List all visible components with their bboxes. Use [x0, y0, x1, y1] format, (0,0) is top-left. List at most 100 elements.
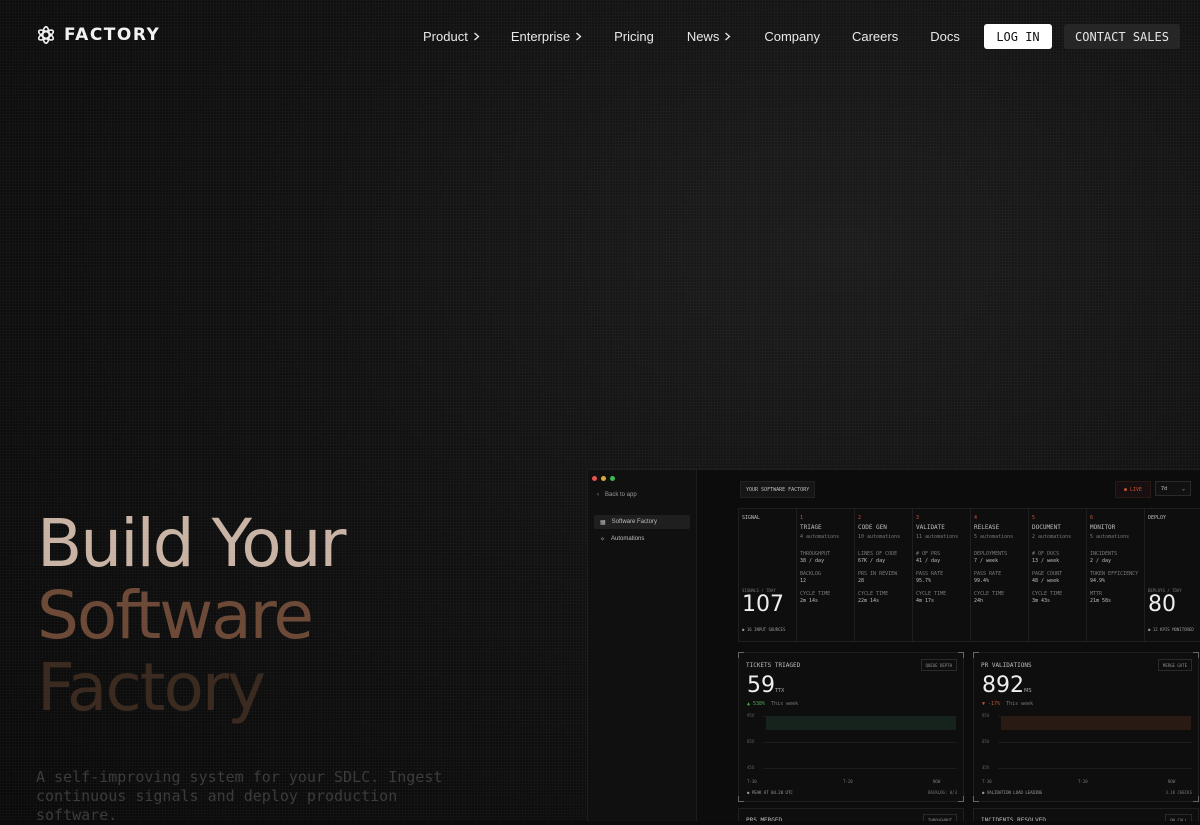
stage-metric-value: 41 / day — [916, 558, 941, 564]
stage-metric-label: # OF DOCS — [1032, 551, 1060, 557]
card-title: PRS MERGED — [746, 817, 783, 821]
brand-logo[interactable]: FACTORY — [36, 25, 160, 45]
sidebar-item-label: Software Factory — [611, 519, 658, 525]
pipeline-stage-triage: 1 TRIAGE 4 automations THROUGHPUT 38 / day BA… — [797, 509, 855, 641]
corner-bracket-icon — [958, 652, 964, 658]
corner-bracket-icon — [1193, 652, 1199, 658]
nav-item-company[interactable]: Company — [764, 28, 820, 44]
card-tag[interactable]: MERGE GATE — [1157, 659, 1192, 671]
brand-name: FACTORY — [64, 25, 161, 45]
chevron-right-icon — [576, 32, 582, 40]
stage-number: 4 — [974, 515, 978, 521]
card-footer-secondary: BACKLOG: 0/3 — [928, 790, 957, 795]
metric-card-pr-validations: PR VALIDATIONS MERGE GATE 892MS ▼ -17% This … — [973, 652, 1199, 802]
card-delta-note: This week — [771, 701, 799, 707]
nav-item-careers[interactable]: Careers — [852, 28, 898, 44]
stage-metric-label: CYCLE TIME — [800, 591, 831, 597]
stage-automations: 11 automations — [916, 534, 959, 540]
stage-name: MONITOR — [1090, 524, 1116, 531]
nav-item-label: Docs — [930, 28, 960, 44]
signal-value: 107 — [742, 592, 784, 617]
grid-label: 65X — [982, 739, 990, 744]
nav-item-enterprise[interactable]: Enterprise — [511, 28, 582, 44]
nav-item-product[interactable]: Product — [423, 28, 480, 44]
stage-metric-label: MTTR — [1090, 591, 1103, 597]
live-indicator[interactable]: ● LIVE — [1115, 481, 1151, 498]
contact-sales-button[interactable]: CONTACT SALES — [1064, 24, 1180, 49]
stage-automations: 4 automations — [800, 534, 840, 540]
nav-item-label: Product — [423, 28, 468, 44]
time-range-select[interactable]: 7d ⌄ — [1155, 481, 1191, 496]
card-delta-value: ▼ -17% — [982, 701, 1001, 707]
pipeline-stage-document: 5 DOCUMENT 2 automations # OF DOCS 13 / week… — [1029, 509, 1087, 641]
signal-footer: ● 16 INPUT SOURCES — [742, 627, 786, 632]
stage-metric-label: LINES OF CODE — [858, 551, 898, 557]
nav-item-label: Pricing — [614, 28, 654, 44]
sidebar-item-software-factory[interactable]: ▦ Software Factory — [594, 515, 690, 529]
stage-metric-label: PASS RATE — [916, 571, 944, 577]
stage-metric-label: TOKEN EFFICIENCY — [1090, 571, 1139, 577]
stage-metric-value: 99.4% — [974, 578, 990, 584]
hero-title-line-1: Build Your — [37, 505, 347, 582]
card-value: 892MS — [982, 673, 1032, 698]
stage-metric-value: 22m 14s — [858, 598, 880, 604]
stage-automations: 5 automations — [974, 534, 1014, 540]
corner-bracket-icon — [973, 652, 979, 658]
stage-metric-value: 13 / week — [1032, 558, 1060, 564]
deploy-label: DEPLOY — [1148, 515, 1167, 521]
login-button[interactable]: LOG IN — [984, 24, 1052, 49]
stage-metric-label: # OF PRS — [916, 551, 941, 557]
x-tick-label: T-30 — [747, 779, 757, 784]
x-tick-label: NOW — [933, 779, 941, 784]
window-controls — [592, 476, 615, 481]
card-title: TICKETS TRIAGED — [746, 662, 801, 669]
corner-bracket-icon — [973, 796, 979, 802]
grid-icon: ▦ — [600, 519, 606, 526]
stage-metric-value: 7 / week — [974, 558, 999, 564]
nav-item-label: Company — [764, 28, 820, 44]
nav-item-news[interactable]: News — [687, 28, 732, 44]
stage-metric-value: 2m 14s — [800, 598, 819, 604]
stage-metric-value: 28 — [858, 578, 865, 584]
deploy-footer: ● 12 KPIS MONITORED — [1148, 627, 1194, 632]
stage-number: 3 — [916, 515, 920, 521]
grid-label: 95X — [982, 713, 990, 718]
stage-metric-value: 12 — [800, 578, 807, 584]
stage-number: 5 — [1032, 515, 1036, 521]
stage-name: TRIAGE — [800, 524, 822, 531]
sidebar-item-automations[interactable]: ✧ Automations — [594, 532, 690, 546]
card-delta: ▼ -17% This week — [982, 701, 1033, 707]
nav-item-docs[interactable]: Docs — [930, 28, 960, 44]
stage-metric-value: 48 / week — [1032, 578, 1060, 584]
stage-metric-label: CYCLE TIME — [916, 591, 947, 597]
back-to-app-link[interactable]: ‹ Back to app — [597, 492, 637, 498]
stage-metric-value: 38 / day — [800, 558, 825, 564]
main-menu: Product Enterprise Pricing News Company Caree… — [423, 28, 960, 44]
stage-metric-label: PRS IN REVIEW — [858, 571, 898, 577]
stage-metric-label: PASS RATE — [974, 571, 1002, 577]
stage-metric-label: PAGE COUNT — [1032, 571, 1063, 577]
factory-logo-icon — [37, 26, 55, 44]
grid-line — [763, 768, 957, 769]
nav-item-pricing[interactable]: Pricing — [614, 28, 654, 44]
chevron-left-icon: ‹ — [597, 492, 599, 498]
hero-title-line-3: Factory — [37, 649, 266, 726]
nav-item-label: Enterprise — [510, 28, 571, 44]
stage-name: RELEASE — [974, 524, 1000, 531]
pipeline-signal-column: SIGNAL SIGNALS / 7DAY 107 ● 16 INPUT SOURCE… — [739, 509, 797, 641]
stage-metric-label: CYCLE TIME — [1032, 591, 1063, 597]
stage-metric-label: CYCLE TIME — [858, 591, 889, 597]
pipeline-stage-release: 4 RELEASE 5 automations DEPLOYMENTS 7 / week… — [971, 509, 1029, 641]
close-dot-icon — [592, 476, 597, 481]
x-tick-label: NOW — [1168, 779, 1176, 784]
card-delta: ▲ 538% This week — [747, 701, 798, 707]
stage-metric-value: 95.7% — [916, 578, 932, 584]
top-navigation: FACTORY Product Enterprise Pricing News Comp… — [0, 0, 1200, 72]
corner-bracket-icon — [958, 796, 964, 802]
time-range-value: 7d — [1161, 485, 1168, 492]
pipeline-stage-validate: 3 VALIDATE 11 automations # OF PRS 41 / day P… — [913, 509, 971, 641]
grid-label: 65X — [747, 739, 755, 744]
card-tag[interactable]: QUEUE DEPTH — [920, 659, 957, 671]
nav-item-label: News — [686, 28, 720, 44]
maximize-dot-icon — [610, 476, 615, 481]
